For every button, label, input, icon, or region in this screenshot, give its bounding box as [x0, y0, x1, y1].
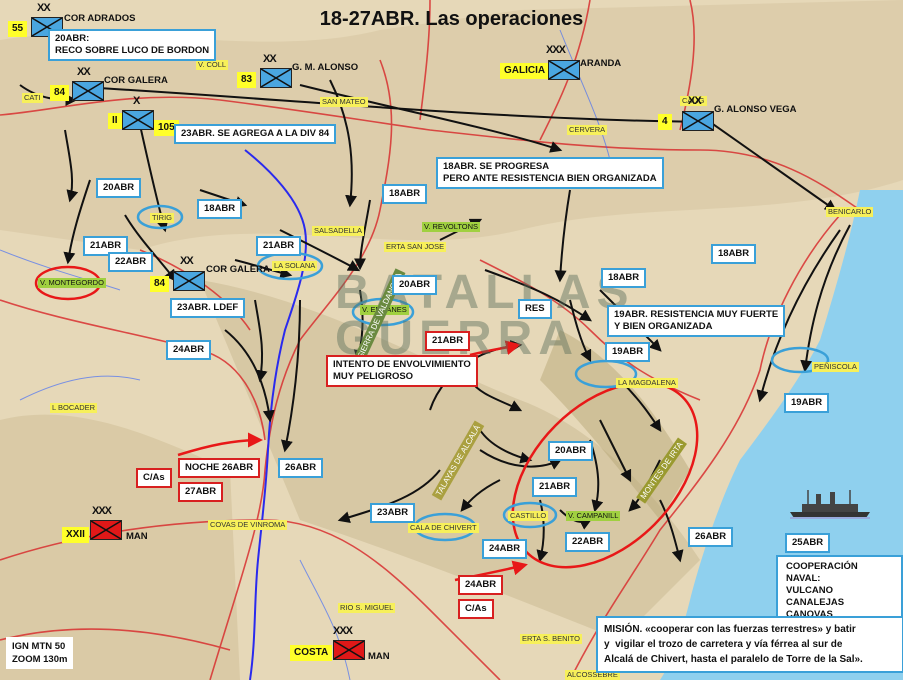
label-21abr-c: 21ABR — [532, 477, 578, 497]
place-sanjose: ERTA SAN JOSE — [384, 242, 447, 252]
infantry-symbol — [260, 68, 292, 88]
place-bocader: L BOCADER — [50, 403, 98, 413]
label-18abr-c: 18ABR — [711, 244, 757, 264]
label-21abr-b: 21ABR — [256, 236, 302, 256]
label-resistencia: 19ABR. RESISTENCIA MUY FUERTE Y BIEN ORG… — [607, 305, 786, 337]
place-solana: LA SOLANA — [272, 261, 318, 271]
place-miguel: RIO S. MIGUEL — [338, 603, 396, 613]
enemy-infantry-symbol — [333, 640, 365, 660]
unit-xxii-tag: XXII — [62, 527, 89, 543]
label-26abr-a: 26ABR — [278, 458, 324, 478]
label-21abr-red: 21ABR — [425, 331, 471, 351]
place-cati: CATI — [22, 93, 43, 103]
label-progresa: 18ABR. SE PROGRESA PERO ANTE RESISTENCIA… — [436, 157, 664, 189]
infantry-symbol — [548, 60, 580, 80]
label-27abr: 27ABR — [178, 482, 224, 502]
label-24abr-red: 24ABR — [458, 575, 504, 595]
place-cervera: CERVERA — [567, 125, 608, 135]
unit-105-pre: II — [108, 113, 122, 129]
unit-84-tag: 84 — [150, 276, 170, 292]
label-22abr-b: 22ABR — [565, 532, 611, 552]
label-19abr-b: 19ABR — [784, 393, 830, 413]
label-cas-b: C/As — [458, 599, 494, 619]
label-reco: 20ABR: RECO SOBRE LUCO DE BORDON — [48, 29, 217, 61]
unit-costa-tag: COSTA — [290, 645, 333, 661]
label-24abr-b: 24ABR — [482, 539, 528, 559]
place-magdalena: LA MAGDALENA — [616, 378, 678, 388]
label-18abr-d: 18ABR — [601, 268, 647, 288]
label-intento: INTENTO DE ENVOLVIMIENTO MUY PELIGROSO — [326, 355, 478, 387]
label-ldef: 23ABR. LDEF — [170, 298, 246, 318]
map-scale-info: IGN MTN 50 ZOOM 130m — [6, 637, 74, 669]
label-18abr-b: 18ABR — [382, 184, 428, 204]
label-agrega: 23ABR. SE AGREGA A LA DIV 84 — [174, 124, 337, 144]
unit-galicia-tag: GALICIA — [500, 63, 550, 79]
place-benicarlo: BENICARLO — [826, 207, 874, 217]
place-peniscola: PEÑISCOLA — [812, 362, 859, 372]
infantry-symbol — [682, 111, 714, 131]
infantry-symbol — [173, 271, 205, 291]
place-castillo: CASTILLO — [508, 511, 549, 521]
place-benito: ERTA S. BENITO — [520, 634, 582, 644]
unit-83-tag: 83 — [237, 72, 257, 88]
place-revoltons: V. REVOLTONS — [422, 222, 481, 232]
label-cas-a: C/As — [136, 468, 172, 488]
label-res: RES — [518, 299, 552, 319]
enemy-infantry-symbol — [90, 520, 122, 540]
place-campanill: V. CAMPANILL — [566, 511, 621, 521]
infantry-symbol — [122, 110, 154, 130]
place-coll: V. COLL — [196, 60, 229, 70]
mission-box: MISIÓN. «cooperar con las fuerzas terres… — [596, 616, 903, 673]
label-20abr-a: 20ABR — [96, 178, 142, 198]
label-25abr: 25ABR — [785, 533, 831, 553]
label-26abr-b: 26ABR — [688, 527, 734, 547]
label-23abr: 23ABR — [370, 503, 416, 523]
unit-55-tag: 55 — [8, 21, 28, 37]
label-20abr-b: 20ABR — [392, 275, 438, 295]
label-24abr-a: 24ABR — [166, 340, 212, 360]
label-noche: NOCHE 26ABR — [178, 458, 261, 478]
place-montegordo: V. MONTEGORDO — [38, 278, 106, 288]
place-covas: COVAS DE VINROMA — [208, 520, 288, 530]
unit-84-tag: 84 — [50, 85, 70, 101]
label-19abr-a: 19ABR — [605, 342, 651, 362]
infantry-symbol — [72, 81, 104, 101]
place-tirig: TIRIG — [150, 213, 174, 223]
place-mateo: SAN MATEO — [320, 97, 368, 107]
label-18abr-a: 18ABR — [197, 199, 243, 219]
label-20abr-c: 20ABR — [548, 441, 594, 461]
place-chivert: CALA DE CHIVERT — [408, 523, 479, 533]
unit-4-tag: 4 — [658, 114, 672, 130]
place-salsadella: SALSADELLA — [312, 226, 364, 236]
label-22abr-a: 22ABR — [108, 252, 154, 272]
